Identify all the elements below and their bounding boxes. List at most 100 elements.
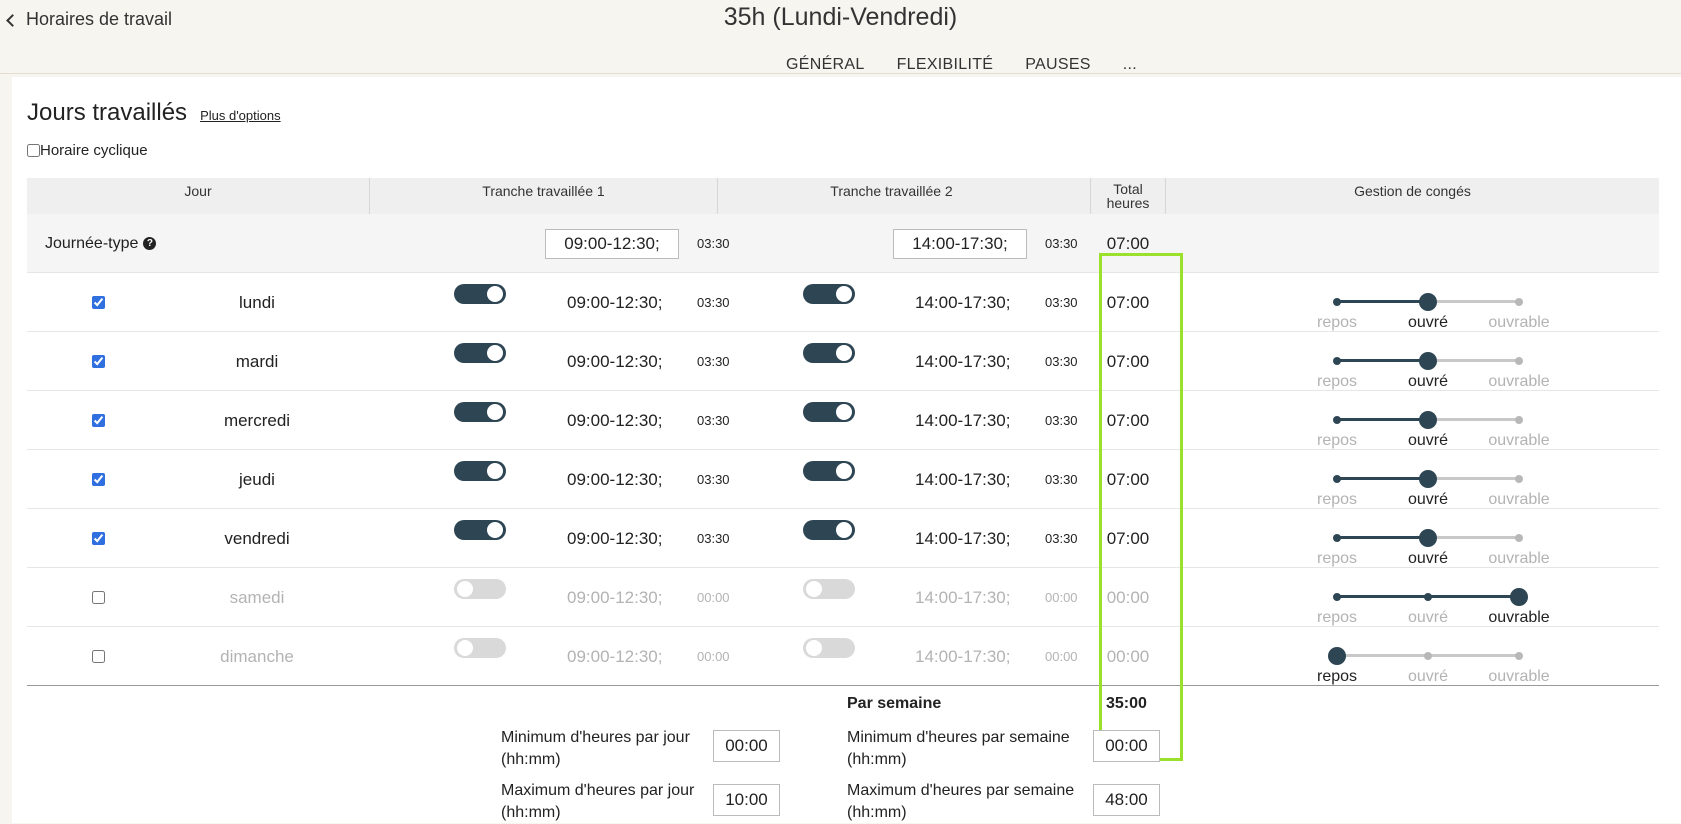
slot1-toggle[interactable]	[454, 578, 506, 599]
typical-slot2-input[interactable]	[893, 228, 1027, 259]
min-day-input[interactable]	[713, 730, 780, 762]
slot1-duration: 03:30	[697, 413, 730, 428]
cyclic-schedule-checkbox[interactable]	[27, 144, 40, 157]
slot2-time[interactable]: 14:00-17:30;	[915, 568, 1010, 627]
tab-pauses[interactable]: PAUSES	[1025, 56, 1091, 74]
leave-slider[interactable]: repos ouvré ouvrable	[1317, 465, 1550, 508]
cyclic-schedule-option[interactable]: Horaire cyclique	[27, 142, 148, 159]
slider-label-repos: repos	[1316, 432, 1358, 449]
leave-slider[interactable]: repos ouvré ouvrable	[1317, 288, 1550, 331]
slot2-toggle[interactable]	[803, 460, 855, 481]
slot1-toggle[interactable]	[454, 519, 506, 540]
min-week-input[interactable]	[1093, 730, 1160, 762]
slider-stop-repos[interactable]	[1333, 356, 1341, 365]
table-header: Jour Tranche travaillée 1 Tranche travai…	[27, 178, 1659, 214]
day-checkbox[interactable]	[92, 296, 105, 309]
tab-general[interactable]: GÉNÉRAL	[786, 56, 865, 74]
slider-label-ouvrable: ouvrable	[1488, 550, 1550, 567]
slider-label-repos: repos	[1316, 373, 1358, 390]
slot2-time[interactable]: 14:00-17:30;	[915, 391, 1010, 450]
max-day-label-unit: (hh:mm)	[501, 804, 561, 821]
slot2-time[interactable]: 14:00-17:30;	[915, 627, 1010, 686]
typical-day-label-cell: Journée-type ?	[45, 214, 157, 273]
min-week-label-unit: (hh:mm)	[847, 751, 907, 768]
slot1-toggle[interactable]	[454, 460, 506, 481]
page-title: 35h (Lundi-Vendredi)	[723, 3, 958, 31]
slot1-toggle-cell	[454, 568, 506, 627]
slider-stop-ouvrable[interactable]	[1515, 651, 1523, 660]
slot1-time[interactable]: 09:00-12:30;	[567, 568, 662, 627]
day-checkbox[interactable]	[92, 355, 105, 368]
max-day-input[interactable]	[713, 784, 780, 816]
per-week-total: 35:00	[1106, 695, 1147, 712]
slot2-time[interactable]: 14:00-17:30;	[915, 332, 1010, 391]
slot1-toggle[interactable]	[454, 283, 506, 304]
tab-flexibilite[interactable]: FLEXIBILITÉ	[897, 56, 994, 74]
slot2-toggle[interactable]	[803, 283, 855, 304]
toggle-knob	[487, 521, 503, 538]
slider-stop-ouvrable[interactable]	[1515, 533, 1523, 542]
slider-stop-ouvré[interactable]	[1419, 469, 1437, 488]
slider-stop-repos[interactable]	[1328, 646, 1346, 665]
slider-label-ouvrable: ouvrable	[1488, 373, 1550, 390]
slider-stop-repos[interactable]	[1333, 415, 1341, 424]
slider-stop-ouvré[interactable]	[1419, 410, 1437, 429]
slot1-toggle[interactable]	[454, 637, 506, 658]
leave-slider[interactable]: repos ouvré ouvrable	[1317, 583, 1550, 626]
help-icon[interactable]: ?	[143, 237, 157, 250]
toggle-knob	[487, 403, 503, 420]
more-options-link[interactable]: Plus d'options	[200, 108, 281, 123]
day-checkbox[interactable]	[92, 414, 105, 427]
slider-stop-ouvrable[interactable]	[1510, 587, 1528, 606]
leave-slider[interactable]: repos ouvré ouvrable	[1317, 347, 1550, 390]
slot1-toggle[interactable]	[454, 401, 506, 422]
slot2-toggle-cell	[803, 450, 855, 509]
slot1-time[interactable]: 09:00-12:30;	[567, 332, 662, 391]
day-total: 00:00	[1106, 587, 1150, 607]
slider-stop-repos[interactable]	[1333, 592, 1341, 601]
slot1-toggle-cell	[454, 627, 506, 686]
day-checkbox[interactable]	[92, 591, 105, 604]
slider-stop-repos[interactable]	[1333, 533, 1341, 542]
slot2-toggle[interactable]	[803, 342, 855, 363]
leave-slider[interactable]: repos ouvré ouvrable	[1317, 406, 1550, 449]
slider-stop-ouvré[interactable]	[1424, 651, 1432, 660]
typical-slot1-input[interactable]	[545, 228, 679, 259]
slider-stop-repos[interactable]	[1333, 474, 1341, 483]
slider-stop-ouvré[interactable]	[1424, 592, 1432, 601]
day-checkbox[interactable]	[92, 650, 105, 663]
slider-stop-ouvrable[interactable]	[1515, 474, 1523, 483]
slot1-time[interactable]: 09:00-12:30;	[567, 450, 662, 509]
max-day-label: Maximum d'heures par jour (hh:mm)	[501, 780, 694, 824]
slider-stop-ouvrable[interactable]	[1515, 415, 1523, 424]
slot2-toggle[interactable]	[803, 401, 855, 422]
slider-stop-ouvré[interactable]	[1419, 528, 1437, 547]
day-row: samedi 09:00-12:30; 00:00 14:00-17:30; 00:00…	[27, 568, 1659, 627]
slot2-time[interactable]: 14:00-17:30;	[915, 273, 1010, 332]
slider-stop-ouvrable[interactable]	[1515, 297, 1523, 306]
worked-days-card: Jours travaillés Plus d'options Horaire …	[12, 77, 1681, 823]
slot1-time[interactable]: 09:00-12:30;	[567, 509, 662, 568]
leave-slider[interactable]: repos ouvré ouvrable	[1317, 524, 1550, 567]
tab-more[interactable]: ...	[1123, 56, 1137, 74]
slider-stop-ouvré[interactable]	[1419, 351, 1437, 370]
slider-stop-ouvrable[interactable]	[1515, 356, 1523, 365]
max-week-input[interactable]	[1093, 784, 1160, 816]
slot1-toggle[interactable]	[454, 342, 506, 363]
slot2-time[interactable]: 14:00-17:30;	[915, 450, 1010, 509]
toggle-knob	[487, 285, 503, 302]
slider-stop-ouvré[interactable]	[1419, 292, 1437, 311]
slider-stop-repos[interactable]	[1333, 297, 1341, 306]
day-checkbox[interactable]	[92, 532, 105, 545]
toggle-knob	[836, 285, 852, 302]
slot2-toggle[interactable]	[803, 519, 855, 540]
slot2-time[interactable]: 14:00-17:30;	[915, 509, 1010, 568]
slot2-duration: 00:00	[1045, 590, 1078, 605]
day-checkbox[interactable]	[92, 473, 105, 486]
slot1-time[interactable]: 09:00-12:30;	[567, 627, 662, 686]
slot2-toggle[interactable]	[803, 578, 855, 599]
leave-slider[interactable]: repos ouvré ouvrable	[1317, 642, 1550, 685]
slot1-time[interactable]: 09:00-12:30;	[567, 391, 662, 450]
slot1-time[interactable]: 09:00-12:30;	[567, 273, 662, 332]
slot2-toggle[interactable]	[803, 637, 855, 658]
